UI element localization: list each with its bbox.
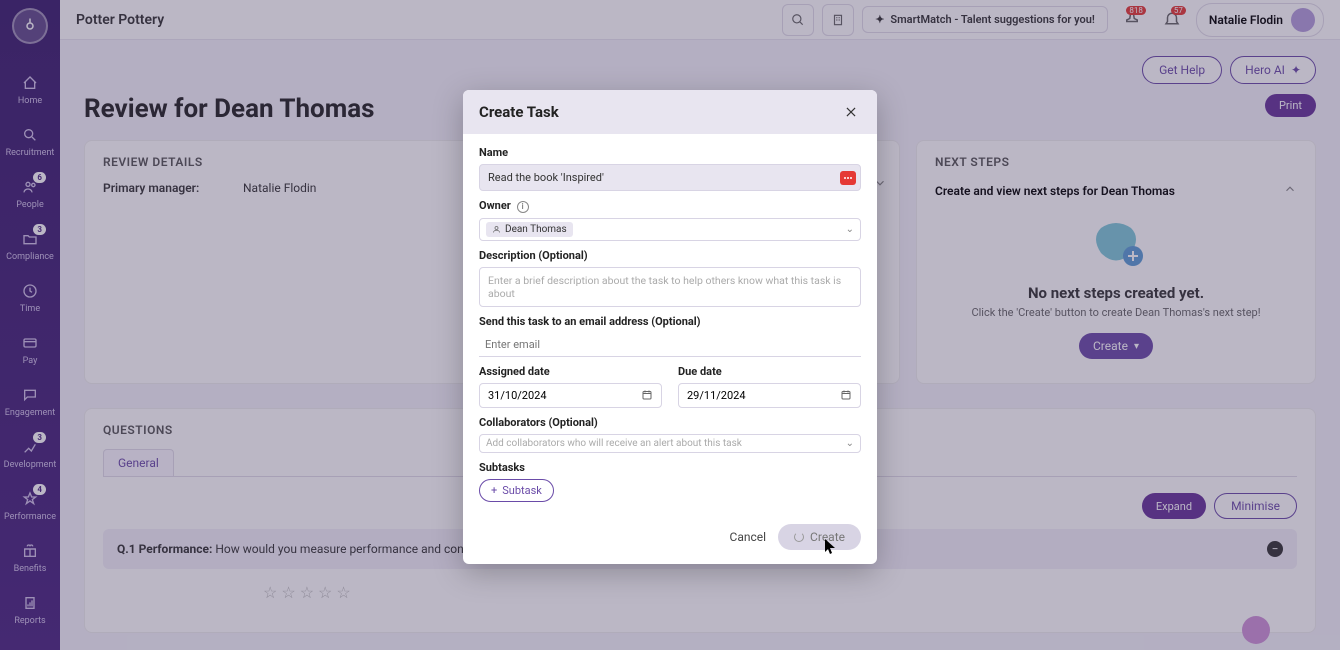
modal-footer: Cancel Create [463,514,877,564]
owner-chip: Dean Thomas [486,222,573,237]
modal-body: Name Owner i Dean Thomas ⌄ Description (… [463,134,877,514]
collaborators-label: Collaborators (Optional) [479,416,861,429]
assigned-date-col: Assigned date 31/10/2024 [479,357,662,408]
create-task-modal: Create Task Name Owner i Dean Thomas [463,90,877,564]
assigned-date-label: Assigned date [479,365,662,378]
create-task-button[interactable]: Create [778,524,861,550]
subtasks-label: Subtasks [479,461,861,474]
assigned-date-value: 31/10/2024 [488,389,547,402]
date-row: Assigned date 31/10/2024 Due date 29/11/… [479,357,861,408]
subtask-label: Subtask [502,484,542,497]
collaborators-placeholder: Add collaborators who will receive an al… [486,438,742,449]
close-button[interactable] [841,102,861,122]
owner-select[interactable]: Dean Thomas ⌄ [479,218,861,241]
plus-icon: + [491,484,497,497]
name-label: Name [479,146,861,159]
description-input[interactable]: Enter a brief description about the task… [479,267,861,307]
cancel-button[interactable]: Cancel [730,530,767,544]
email-label: Send this task to an email address (Opti… [479,315,861,328]
email-input[interactable] [479,333,861,357]
info-icon[interactable]: i [517,201,529,213]
owner-label: Owner i [479,199,861,213]
modal-header: Create Task [463,90,877,134]
due-date-label: Due date [678,365,861,378]
collaborators-select[interactable]: Add collaborators who will receive an al… [479,434,861,453]
assigned-date-input[interactable]: 31/10/2024 [479,383,662,408]
calendar-icon [840,389,852,401]
spinner-icon [794,532,804,542]
add-subtask-button[interactable]: + Subtask [479,479,554,502]
description-label: Description (Optional) [479,249,861,262]
input-suffix-icon[interactable] [840,171,856,185]
chevron-down-icon: ⌄ [846,438,854,449]
owner-value: Dean Thomas [505,224,567,235]
due-date-col: Due date 29/11/2024 [678,357,861,408]
chevron-down-icon: ⌄ [846,224,854,235]
modal-title: Create Task [479,103,559,121]
create-label: Create [810,530,845,544]
name-input[interactable] [479,164,861,191]
due-date-input[interactable]: 29/11/2024 [678,383,861,408]
calendar-icon [641,389,653,401]
name-input-wrap [479,164,861,191]
modal-overlay: Create Task Name Owner i Dean Thomas [0,0,1340,650]
due-date-value: 29/11/2024 [687,389,746,402]
